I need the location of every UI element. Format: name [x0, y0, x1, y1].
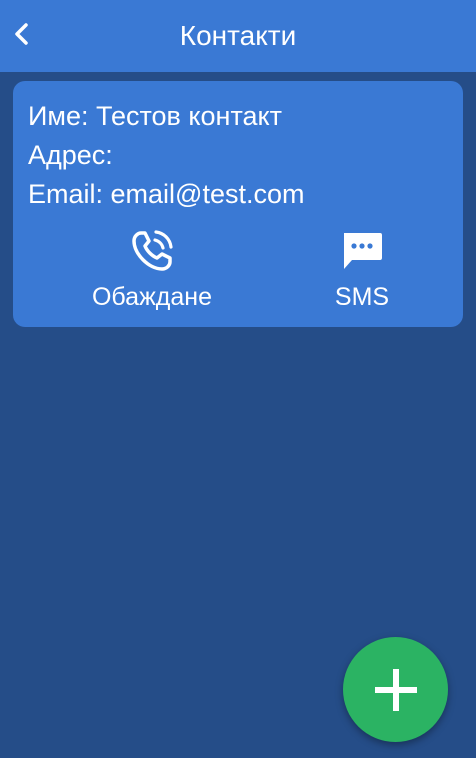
call-label: Обаждане — [91, 283, 213, 311]
back-button[interactable] — [4, 14, 40, 54]
contact-email: Email: email@test.com — [28, 179, 305, 209]
sms-button[interactable]: SMS — [310, 227, 414, 312]
contact-card[interactable]: Име: Тестов контакт Адрес: Email: email@… — [13, 81, 463, 327]
contacts-screen: Контакти Име: Тестов контакт Адрес: Emai… — [0, 0, 476, 758]
chevron-left-icon — [15, 23, 28, 45]
app-header: Контакти — [0, 0, 476, 72]
message-icon — [344, 233, 382, 269]
add-contact-button[interactable] — [343, 637, 448, 742]
plus-icon — [374, 668, 417, 711]
contact-address: Адрес: — [28, 140, 113, 170]
sms-label: SMS — [334, 283, 390, 311]
call-button[interactable]: Обаждане — [73, 227, 231, 312]
phone-icon — [132, 230, 173, 271]
page-title: Контакти — [179, 20, 297, 51]
contact-name: Име: Тестов контакт — [28, 101, 283, 131]
